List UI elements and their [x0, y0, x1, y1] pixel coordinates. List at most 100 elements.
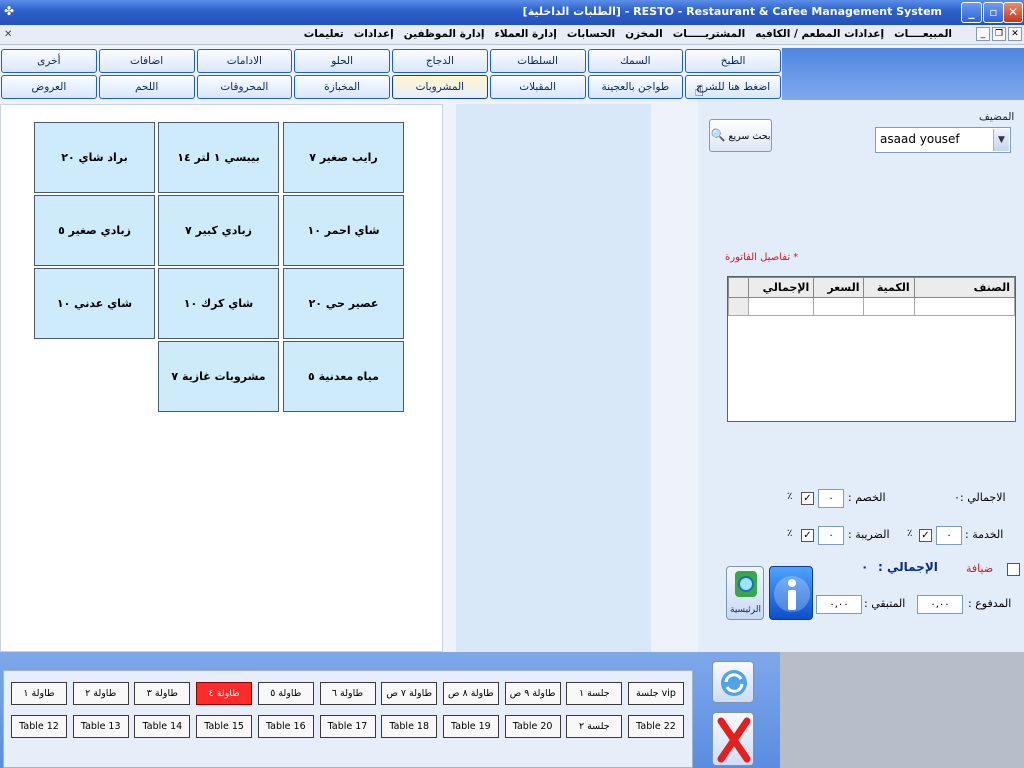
discount-percent-checkbox[interactable]: ✓ — [801, 492, 814, 505]
table-button[interactable]: طاولة ٨ ص — [442, 682, 499, 705]
quick-search-button[interactable]: بحث سريع 🔍 — [709, 119, 772, 152]
table-button[interactable]: طاولة ٣ — [134, 682, 191, 705]
maximize-button[interactable]: ▫ — [983, 2, 1004, 23]
category-tab[interactable]: أخرى — [1, 49, 97, 73]
hospitality-checkbox[interactable] — [1007, 563, 1020, 576]
window-title: [الطلبات الداخلية] - RESTO - Restaurant … — [522, 5, 942, 18]
table-button[interactable]: Table 15 — [196, 715, 253, 738]
quick-search-label: بحث سريع — [728, 131, 771, 142]
chevron-down-icon[interactable]: ▼ — [993, 129, 1009, 151]
category-tab[interactable]: طواجن بالعجينة — [587, 75, 684, 99]
category-tab[interactable]: المقبلات — [489, 75, 586, 99]
refresh-button[interactable] — [712, 661, 754, 703]
menu-item[interactable]: المبيعــــات — [894, 28, 952, 40]
menu-item-button[interactable]: شاي احمر ١٠ — [283, 195, 404, 266]
menu-item[interactable]: المشتريـــــات — [673, 28, 745, 40]
service-percent: ٪ — [907, 528, 913, 539]
menu-item-button[interactable]: رايب صغير ٧ — [283, 122, 404, 193]
system-menu-icon[interactable]: ✕ — [4, 29, 12, 40]
category-tab[interactable]: السمك — [587, 49, 684, 73]
minimize-button[interactable]: _ — [961, 2, 982, 23]
menu-item-button[interactable]: زبادي كبير ٧ — [158, 195, 279, 266]
category-tab[interactable]: المشروبات — [392, 75, 488, 99]
table-button[interactable]: طاولة ٥ — [257, 682, 314, 705]
table-button[interactable]: طاولة ٩ ص — [504, 682, 561, 705]
category-tab[interactable]: اضغط هنا للشرح ☝ — [685, 75, 781, 100]
menu-item-button[interactable]: عصير حي ٢٠ — [283, 268, 404, 339]
table-row[interactable] — [727, 297, 1016, 316]
menu-item-button[interactable]: زبادي صغير ٥ — [34, 195, 155, 266]
tax-input[interactable]: ٠ — [818, 526, 844, 545]
table-button[interactable]: Table 19 — [442, 715, 499, 738]
col-qty[interactable]: الكمية — [863, 277, 915, 298]
menu-item-button[interactable]: بيبسي ١ لتر ١٤ — [158, 122, 279, 193]
table-button[interactable]: Table 13 — [72, 715, 129, 738]
category-tab[interactable]: العروض — [1, 75, 97, 99]
menu-item-button[interactable]: شاي عدني ١٠ — [34, 268, 155, 339]
home-button[interactable]: الرئيسية — [726, 566, 764, 620]
paid-input[interactable]: ٠,٠٠ — [917, 595, 963, 614]
host-select[interactable]: asaad yousef ▼ — [875, 127, 1011, 153]
category-tab[interactable]: السلطات — [489, 49, 586, 73]
refresh-icon — [721, 670, 747, 696]
menu-item-button[interactable]: شاي كرك ١٠ — [158, 268, 279, 339]
menu-item[interactable]: تعليمات — [304, 28, 344, 40]
hand-cursor-icon: ☝ — [694, 81, 704, 100]
mdi-close-icon[interactable]: ✕ — [1008, 27, 1022, 41]
menu-item-button[interactable]: مياه معدنية ٥ — [283, 341, 404, 412]
table-button[interactable]: Table 14 — [134, 715, 191, 738]
category-tab[interactable]: الادامات — [196, 49, 293, 73]
discount-input[interactable]: ٠ — [818, 489, 844, 508]
category-tab[interactable]: المخبازة — [294, 75, 390, 99]
total-label: الاجمالي : — [960, 491, 1006, 504]
invoice-grid[interactable]: الصنف الكمية السعر الإجمالي — [727, 276, 1016, 422]
menu-item-button[interactable]: مشروبات غازية ٧ — [158, 341, 279, 412]
menu-item[interactable]: إدارة الموظفين — [404, 28, 485, 40]
exit-button[interactable] — [712, 712, 754, 766]
table-button[interactable]: Table 22 — [628, 715, 684, 738]
table-button[interactable]: Table 17 — [319, 715, 376, 738]
table-button[interactable]: طاولة ٦ — [319, 682, 376, 705]
category-tab[interactable]: الدجاج — [392, 49, 488, 73]
category-tab[interactable]: الطبخ — [685, 49, 781, 73]
tax-percent-checkbox[interactable]: ✓ — [801, 529, 814, 542]
info-button[interactable] — [769, 566, 813, 620]
menu-item[interactable]: إعدادات — [354, 28, 394, 40]
table-button[interactable]: Table 12 — [11, 715, 67, 738]
table-button[interactable]: طاولة ٤ — [196, 682, 253, 705]
service-label: الخدمة : — [965, 528, 1004, 541]
category-tab[interactable]: المحروقات — [196, 75, 293, 99]
col-price[interactable]: السعر — [813, 277, 865, 298]
menu-item-button[interactable]: براد شاي ٢٠ — [34, 122, 155, 193]
category-tab-label: اضغط هنا للشرح — [696, 81, 771, 93]
paid-label: المدفوع : — [968, 597, 1012, 610]
close-button[interactable]: ✕ — [1003, 2, 1023, 23]
table-button[interactable]: طاولة ٢ — [72, 682, 129, 705]
mdi-minimize-icon[interactable]: _ — [976, 27, 990, 41]
table-button[interactable]: جلسة ٢ — [566, 715, 623, 738]
category-tabs: أخرى اضافات الادامات الحلو الدجاج السلطات السم… — [0, 48, 782, 100]
table-button[interactable]: طاولة ١ — [11, 682, 67, 705]
service-percent-checkbox[interactable]: ✓ — [919, 529, 932, 542]
menu-item[interactable]: المخزن — [625, 28, 663, 40]
table-button[interactable]: Table 18 — [381, 715, 438, 738]
menu-item[interactable]: إدارة العملاء — [495, 28, 557, 40]
table-button[interactable]: Table 16 — [257, 715, 314, 738]
col-item[interactable]: الصنف — [913, 277, 1016, 298]
invoice-details-label: * تفاصيل الفاتورة — [725, 252, 799, 263]
table-button[interactable]: vip جلسة — [628, 682, 684, 705]
menu-item[interactable]: الحسابات — [567, 28, 615, 40]
table-button[interactable]: طاولة ٧ ص — [381, 682, 438, 705]
mdi-restore-icon[interactable]: ❐ — [992, 27, 1006, 41]
remaining-input[interactable]: ٠,٠٠ — [816, 595, 862, 614]
category-tab[interactable]: الحلو — [294, 49, 390, 73]
service-input[interactable]: ٠ — [936, 526, 962, 545]
category-tab[interactable]: اللحم — [98, 75, 195, 99]
col-total[interactable]: الإجمالي — [748, 277, 815, 298]
grand-total-label: الإجمالي : — [878, 560, 938, 574]
table-button[interactable]: Table 20 — [504, 715, 561, 738]
menu-item[interactable]: إعدادات المطعم / الكافيه — [755, 28, 884, 40]
tables-bar: طاولة ١ طاولة ٢ طاولة ٣ طاولة ٤ طاولة ٥ طاولة… — [0, 652, 780, 768]
category-tab[interactable]: اضافات — [98, 49, 195, 73]
table-button[interactable]: جلسة ١ — [566, 682, 623, 705]
